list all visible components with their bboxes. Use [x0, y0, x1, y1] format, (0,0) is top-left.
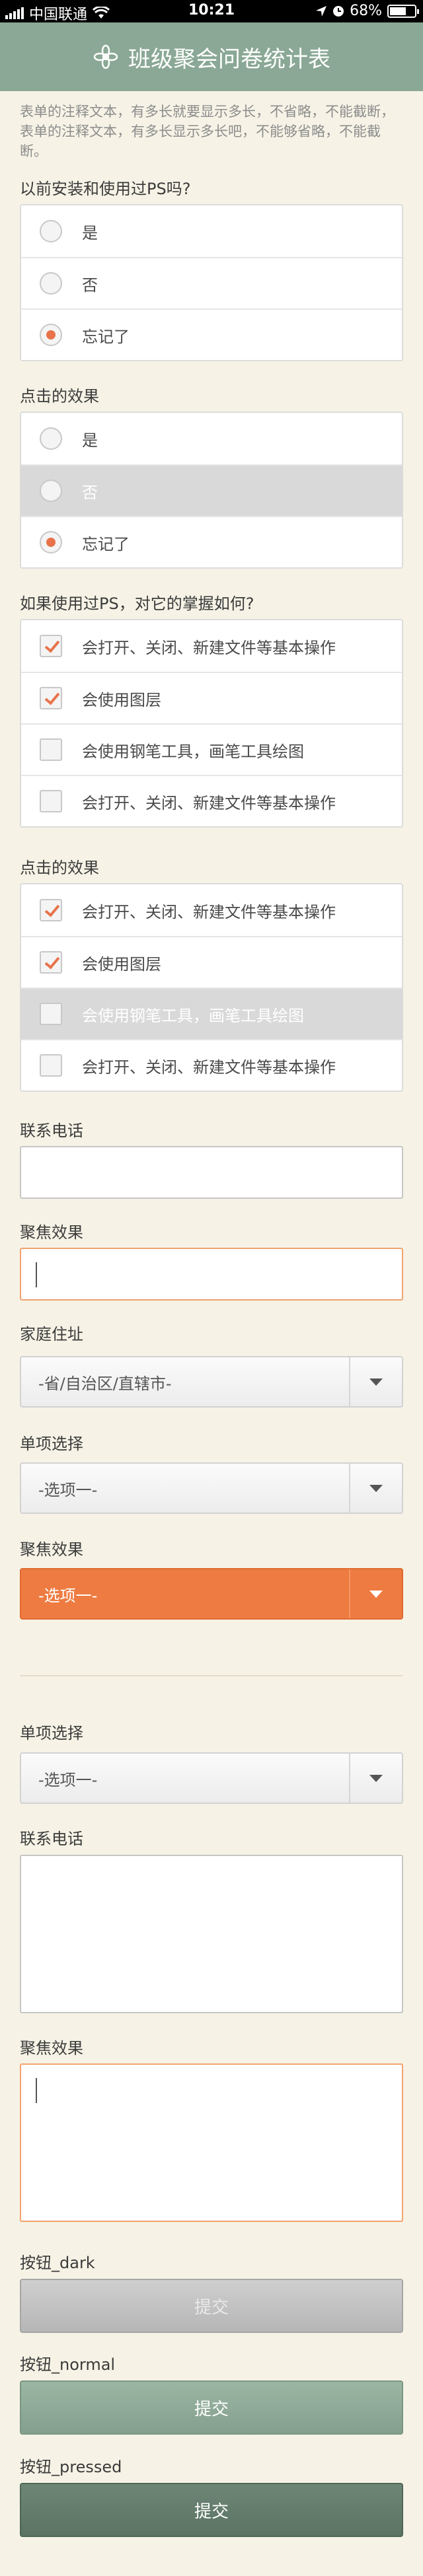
address-label: 家庭住址 — [20, 1325, 83, 1343]
radio-option-forgot[interactable]: 忘记了 — [21, 308, 402, 360]
single-select-2[interactable]: -选项一- — [20, 1752, 403, 1804]
battery-fill — [390, 7, 406, 15]
focused-select-value: -选项一- — [38, 1586, 98, 1605]
checkbox-option[interactable]: 会打开、关闭、新建文件等基本操作 — [21, 775, 402, 826]
question-1-radio-group: 是 否 忘记了 — [20, 204, 403, 361]
checkbox-option[interactable]: 会使用图层 — [21, 936, 402, 987]
header-bar: 班级聚会问卷统计表 — [0, 22, 423, 91]
text-caret — [36, 1262, 37, 1287]
checkbox-option[interactable]: 会使用钢笔工具，画笔工具绘图 — [21, 723, 402, 775]
focus-textarea-label: 聚焦效果 — [20, 2039, 83, 2057]
checkbox-option-pressed[interactable]: 会使用钢笔工具，画笔工具绘图 — [21, 987, 402, 1039]
checkbox-option[interactable]: 会打开、关闭、新建文件等基本操作 — [21, 620, 402, 672]
single-select-value-2: -选项一- — [38, 1770, 98, 1789]
phone-input[interactable] — [20, 1146, 403, 1199]
checkbox-icon[interactable] — [40, 790, 62, 812]
question-1-label: 以前安装和使用过PS吗? — [20, 180, 191, 198]
submit-button-normal[interactable]: 提交 — [20, 2380, 403, 2435]
submit-button-pressed[interactable]: 提交 — [20, 2483, 403, 2537]
question-4-label: 点击的效果 — [20, 859, 99, 877]
flower-icon — [93, 44, 118, 69]
status-bar: 中国联通 10:21 68% — [0, 0, 423, 23]
radio-icon[interactable] — [40, 272, 62, 295]
battery-icon — [387, 4, 419, 18]
alarm-icon — [333, 5, 344, 17]
focused-select[interactable]: -选项一- — [20, 1568, 403, 1620]
single-select[interactable]: -选项一- — [20, 1462, 403, 1514]
focused-textarea[interactable] — [20, 2063, 403, 2222]
checkbox-checked-icon[interactable] — [40, 635, 62, 657]
radio-option-no[interactable]: 否 — [21, 257, 402, 308]
address-select[interactable]: -省/自治区/直辖市- — [20, 1356, 403, 1408]
single-select-value: -选项一- — [38, 1480, 98, 1499]
question-4-checkbox-group: 会打开、关闭、新建文件等基本操作 会使用图层 会使用钢笔工具，画笔工具绘图 会打… — [20, 883, 403, 1092]
checkbox-icon[interactable] — [40, 738, 62, 761]
question-3-checkbox-group: 会打开、关闭、新建文件等基本操作 会使用图层 会使用钢笔工具，画笔工具绘图 会打… — [20, 619, 403, 828]
checkbox-icon[interactable] — [40, 1003, 62, 1025]
question-2-radio-group: 是 否 忘记了 — [20, 411, 403, 569]
radio-icon[interactable] — [40, 427, 62, 450]
checkbox-option[interactable]: 会使用图层 — [21, 672, 402, 723]
checkbox-checked-icon[interactable] — [40, 951, 62, 974]
dropdown-arrow-icon — [369, 1378, 383, 1386]
checkbox-option[interactable]: 会打开、关闭、新建文件等基本操作 — [21, 1039, 402, 1091]
phone-textarea-label: 联系电话 — [20, 1830, 83, 1848]
radio-option-forgot[interactable]: 忘记了 — [21, 516, 402, 567]
question-2-label: 点击的效果 — [20, 387, 99, 406]
address-select-value: -省/自治区/直辖市- — [38, 1374, 172, 1393]
checkbox-option[interactable]: 会打开、关闭、新建文件等基本操作 — [21, 884, 402, 936]
submit-button-dark[interactable]: 提交 — [20, 2279, 403, 2333]
dropdown-arrow-icon — [369, 1590, 383, 1598]
button-dark-label: 按钮_dark — [20, 2254, 95, 2272]
dropdown-arrow-icon — [369, 1774, 383, 1782]
radio-checked-icon[interactable] — [40, 531, 62, 554]
form-note: 表单的注释文本，有多长就要显示多长，不省略，不能截断，表单的注释文本，有多长显示… — [20, 104, 395, 159]
phone-textarea[interactable] — [20, 1855, 403, 2013]
checkbox-icon[interactable] — [40, 1054, 62, 1077]
dropdown-arrow-icon — [369, 1484, 383, 1492]
radio-icon[interactable] — [40, 480, 62, 502]
radio-option-no-pressed[interactable]: 否 — [21, 464, 402, 516]
radio-option-yes[interactable]: 是 — [21, 413, 402, 464]
phone-label: 联系电话 — [20, 1122, 83, 1140]
focus-select-label: 聚焦效果 — [20, 1540, 83, 1559]
button-pressed-label: 按钮_pressed — [20, 2458, 122, 2476]
focused-input[interactable] — [20, 1248, 403, 1301]
single-select-label: 单项选择 — [20, 1435, 83, 1453]
location-icon — [316, 5, 327, 17]
checkbox-checked-icon[interactable] — [40, 899, 62, 921]
radio-icon[interactable] — [40, 220, 62, 242]
section-divider — [20, 1675, 403, 1676]
focus-label: 聚焦效果 — [20, 1223, 83, 1242]
radio-option-yes[interactable]: 是 — [21, 205, 402, 257]
battery-percent: 68% — [350, 3, 382, 19]
page-title: 班级聚会问卷统计表 — [128, 46, 330, 73]
text-caret — [36, 2078, 37, 2103]
checkbox-checked-icon[interactable] — [40, 687, 62, 709]
radio-checked-icon[interactable] — [40, 324, 62, 346]
single-select-label-2: 单项选择 — [20, 1724, 83, 1742]
question-3-label: 如果使用过PS，对它的掌握如何? — [20, 594, 254, 613]
button-normal-label: 按钮_normal — [20, 2355, 116, 2374]
